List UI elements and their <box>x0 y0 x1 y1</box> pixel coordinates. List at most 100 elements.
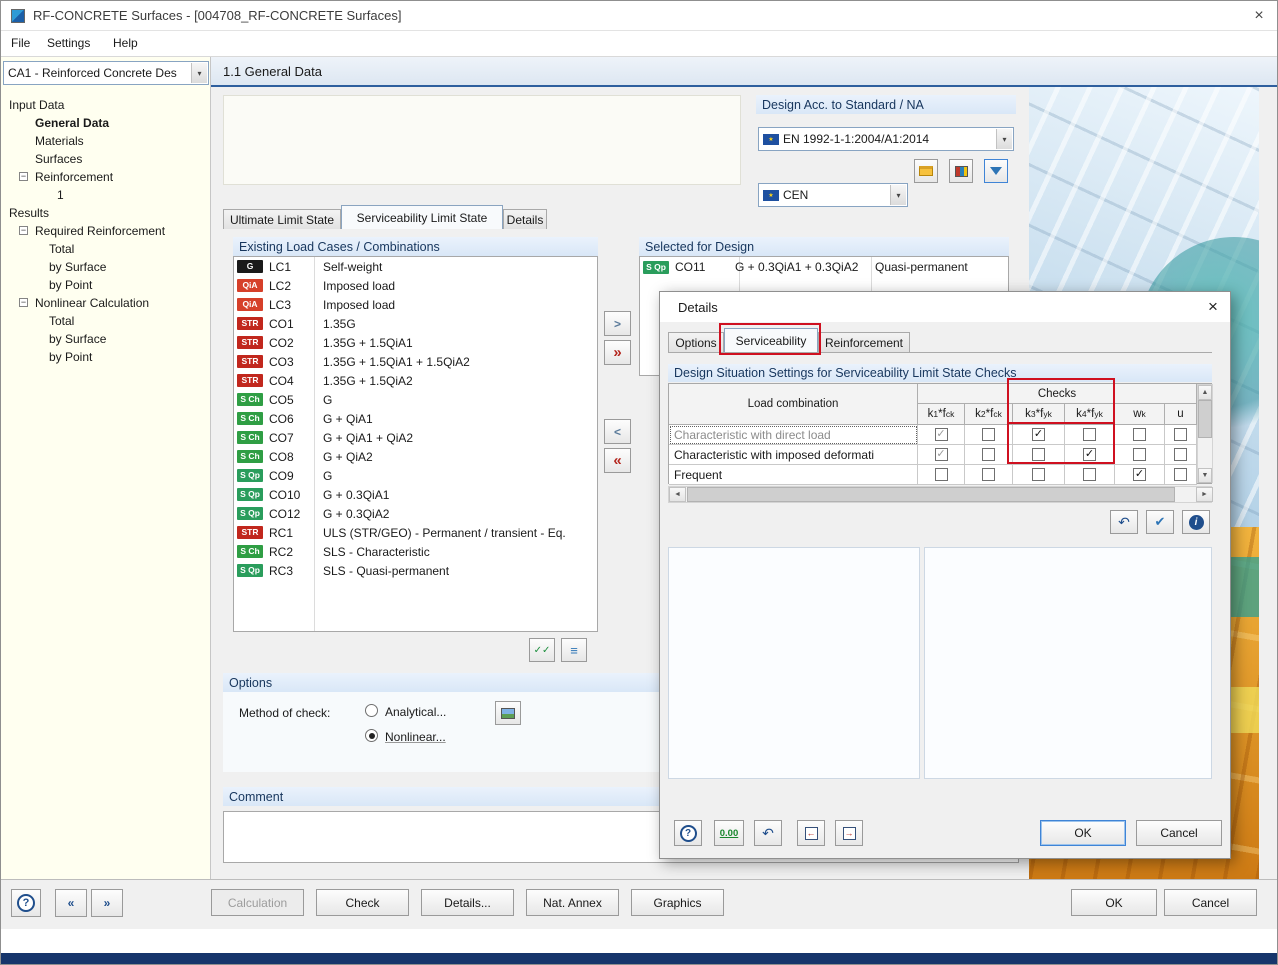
checkbox-k2fck[interactable] <box>982 448 995 461</box>
move-all-right-button[interactable]: » <box>604 340 631 365</box>
close-icon[interactable]: × <box>1247 5 1271 27</box>
load-case-row[interactable]: S ChRC2SLS - Characteristic <box>234 542 597 561</box>
tree-item-nl-total[interactable]: Total <box>49 313 74 329</box>
nonlinear-settings-button[interactable] <box>495 701 521 725</box>
chevron-down-icon[interactable]: ▾ <box>890 185 906 205</box>
menu-help[interactable]: Help <box>113 36 138 50</box>
checkbox-u[interactable] <box>1174 468 1187 481</box>
checkbox-k2fck[interactable] <box>982 428 995 441</box>
checkbox-wk[interactable] <box>1133 428 1146 441</box>
tab-serviceability-limit-state[interactable]: Serviceability Limit State <box>341 205 503 229</box>
edit-combinations-button[interactable]: ≡ <box>561 638 587 662</box>
load-case-row[interactable]: QiALC2Imposed load <box>234 276 597 295</box>
tree-item-nl-by-surface[interactable]: by Surface <box>49 331 106 347</box>
chevron-down-icon[interactable]: ▾ <box>191 63 207 83</box>
tree-item-reinforcement[interactable]: Reinforcement <box>35 169 113 185</box>
info-button[interactable]: i <box>1182 510 1210 534</box>
collapse-icon[interactable]: − <box>19 298 28 307</box>
load-case-row[interactable]: STRRC1ULS (STR/GEO) - Permanent / transi… <box>234 523 597 542</box>
checkbox-wk[interactable] <box>1133 448 1146 461</box>
tree-item-input-data[interactable]: Input Data <box>9 97 64 113</box>
help-button[interactable]: ? <box>11 889 41 917</box>
details-button[interactable]: Details... <box>421 889 514 916</box>
tree-item-req-by-point[interactable]: by Point <box>49 277 92 293</box>
load-case-row[interactable]: QiALC3Imposed load <box>234 295 597 314</box>
load-case-row[interactable]: S QpCO10G + 0.3QiA1 <box>234 485 597 504</box>
load-case-row[interactable]: STRCO41.35G + 1.5QiA2 <box>234 371 597 390</box>
nat-annex-button[interactable]: Nat. Annex <box>526 889 619 916</box>
tree-item-required-reinforcement[interactable]: Required Reinforcement <box>35 223 165 239</box>
load-case-row[interactable]: S ChCO8G + QiA2 <box>234 447 597 466</box>
row-label-characteristic-imposed[interactable]: Characteristic with imposed deformati <box>669 445 918 465</box>
collapse-icon[interactable]: − <box>19 226 28 235</box>
menu-file[interactable]: File <box>11 36 30 50</box>
checkbox-k1fck[interactable] <box>935 468 948 481</box>
ok-button[interactable]: OK <box>1071 889 1157 916</box>
load-case-row[interactable]: STRCO11.35G <box>234 314 597 333</box>
previous-table-button[interactable]: « <box>55 889 87 917</box>
dialog-tab-reinforcement[interactable]: Reinforcement <box>818 332 910 352</box>
tree-item-req-total[interactable]: Total <box>49 241 74 257</box>
export-params-button[interactable]: → <box>835 820 863 846</box>
next-table-button[interactable]: » <box>91 889 123 917</box>
apply-all-button[interactable]: ✔ <box>1146 510 1174 534</box>
load-case-row[interactable]: S QpCO12G + 0.3QiA2 <box>234 504 597 523</box>
scroll-down-icon[interactable]: ▼ <box>1198 468 1212 483</box>
scroll-up-icon[interactable]: ▲ <box>1198 385 1212 400</box>
load-case-row[interactable]: S ChCO6G + QiA1 <box>234 409 597 428</box>
dialog-reset-button[interactable]: ↶ <box>754 820 782 846</box>
checkbox-k3fyk[interactable] <box>1032 468 1045 481</box>
dialog-help-button[interactable]: ? <box>674 820 702 846</box>
analytical-label[interactable]: Analytical... <box>385 705 446 719</box>
cancel-button[interactable]: Cancel <box>1164 889 1257 916</box>
load-case-row[interactable]: S ChCO5G <box>234 390 597 409</box>
checkbox-k3fyk[interactable] <box>1032 448 1045 461</box>
scrollbar-thumb[interactable] <box>687 487 1175 502</box>
edit-annex-button[interactable] <box>949 159 973 183</box>
table-row[interactable]: Characteristic with imposed deformati ✓ … <box>669 445 1197 465</box>
existing-load-list[interactable]: GLC1Self-weight QiALC2Imposed load QiALC… <box>233 256 598 632</box>
menu-settings[interactable]: Settings <box>47 36 90 50</box>
close-icon[interactable]: × <box>1200 296 1226 318</box>
checkbox-u[interactable] <box>1174 448 1187 461</box>
tree-item-general-data[interactable]: General Data <box>35 115 109 131</box>
tab-details[interactable]: Details <box>503 209 547 229</box>
table-row[interactable]: Frequent ✓ <box>669 465 1197 485</box>
units-button[interactable]: 0.00 <box>714 820 744 846</box>
design-case-select[interactable]: CA1 - Reinforced Concrete Des ▾ <box>3 61 209 85</box>
new-annex-button[interactable] <box>914 159 938 183</box>
checkbox-k2fck[interactable] <box>982 468 995 481</box>
checkbox-u[interactable] <box>1174 428 1187 441</box>
tree-item-results[interactable]: Results <box>9 205 49 221</box>
row-label-frequent[interactable]: Frequent <box>669 465 918 485</box>
tab-ultimate-limit-state[interactable]: Ultimate Limit State <box>223 209 341 229</box>
standard-select[interactable]: ★ EN 1992-1-1:2004/A1:2014 ▾ <box>758 127 1014 151</box>
reset-defaults-button[interactable]: ↶ <box>1110 510 1138 534</box>
selected-load-row[interactable]: S Qp CO11 G + 0.3QiA1 + 0.3QiA2 Quasi-pe… <box>640 257 1008 277</box>
dialog-ok-button[interactable]: OK <box>1040 820 1126 846</box>
checkbox-k1fck[interactable]: ✓ <box>935 448 948 461</box>
calculation-button[interactable]: Calculation <box>211 889 304 916</box>
scroll-left-icon[interactable]: ◄ <box>669 487 686 502</box>
tree-item-surfaces[interactable]: Surfaces <box>35 151 82 167</box>
checkbox-k3fyk[interactable]: ✓ <box>1032 428 1045 441</box>
load-case-row[interactable]: STRCO21.35G + 1.5QiA1 <box>234 333 597 352</box>
load-case-row[interactable]: S ChCO7G + QiA1 + QiA2 <box>234 428 597 447</box>
load-case-row[interactable]: S QpRC3SLS - Quasi-permanent <box>234 561 597 580</box>
nonlinear-radio[interactable] <box>365 729 378 742</box>
table-vertical-scrollbar[interactable]: ▲ ▼ <box>1197 384 1213 483</box>
tree-item-req-by-surface[interactable]: by Surface <box>49 259 106 275</box>
tree-item-nonlinear-calculation[interactable]: Nonlinear Calculation <box>35 295 149 311</box>
dialog-tab-options[interactable]: Options <box>668 332 724 352</box>
annex-select[interactable]: ★ CEN ▾ <box>758 183 908 207</box>
tree-item-reinforcement-1[interactable]: 1 <box>57 187 64 203</box>
load-case-row[interactable]: STRCO31.35G + 1.5QiA1 + 1.5QiA2 <box>234 352 597 371</box>
dialog-cancel-button[interactable]: Cancel <box>1136 820 1222 846</box>
nonlinear-label[interactable]: Nonlinear... <box>385 730 446 744</box>
filter-standard-button[interactable] <box>984 159 1008 183</box>
row-label-characteristic-direct[interactable]: Characteristic with direct load <box>669 425 918 445</box>
load-case-row[interactable]: S QpCO9G <box>234 466 597 485</box>
move-all-left-button[interactable]: « <box>604 448 631 473</box>
checkbox-k4fyk[interactable]: ✓ <box>1083 448 1096 461</box>
tree-item-materials[interactable]: Materials <box>35 133 84 149</box>
